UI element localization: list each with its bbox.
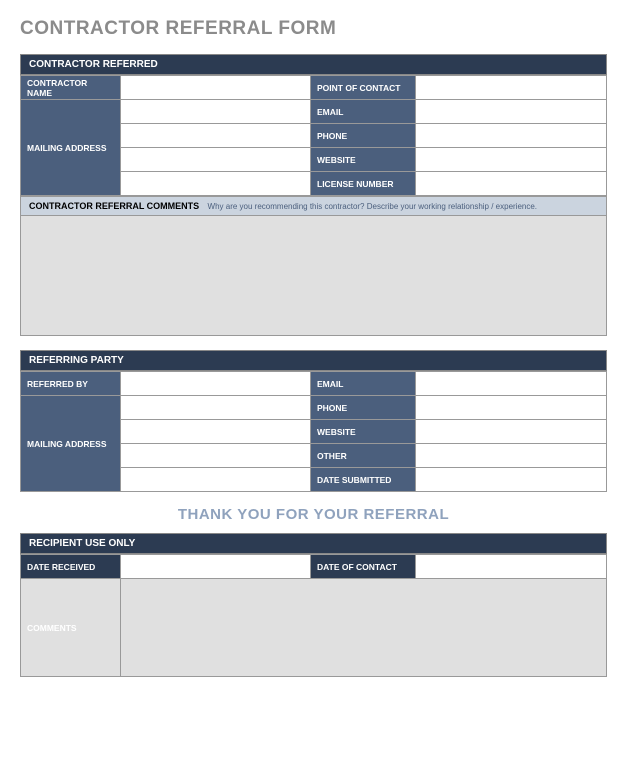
referred-by-label: REFERRED BY	[21, 372, 121, 396]
comments-header: CONTRACTOR REFERRAL COMMENTS Why are you…	[20, 196, 607, 216]
date-submitted-input[interactable]	[416, 468, 607, 492]
email-label: EMAIL	[311, 100, 416, 124]
contractor-name-label: CONTRACTOR NAME	[21, 76, 121, 100]
date-contact-input[interactable]	[416, 555, 607, 579]
mailing-address-input-3[interactable]	[121, 148, 311, 172]
email-input[interactable]	[416, 100, 607, 124]
contractor-table: CONTRACTOR NAME POINT OF CONTACT MAILING…	[20, 75, 607, 196]
website-input[interactable]	[416, 148, 607, 172]
section-recipient: RECIPIENT USE ONLY DATE RECEIVED DATE OF…	[20, 533, 607, 677]
referring-table: REFERRED BY EMAIL MAILING ADDRESS PHONE …	[20, 371, 607, 492]
recipient-table: DATE RECEIVED DATE OF CONTACT COMMENTS	[20, 554, 607, 677]
ref-other-input[interactable]	[416, 444, 607, 468]
mailing-address-input-4[interactable]	[121, 172, 311, 196]
phone-label: PHONE	[311, 124, 416, 148]
date-received-input[interactable]	[121, 555, 311, 579]
thank-you-text: THANK YOU FOR YOUR REFERRAL	[20, 506, 607, 523]
date-contact-label: DATE OF CONTACT	[311, 555, 416, 579]
ref-mailing-input-1[interactable]	[121, 396, 311, 420]
license-input[interactable]	[416, 172, 607, 196]
phone-input[interactable]	[416, 124, 607, 148]
poc-label: POINT OF CONTACT	[311, 76, 416, 100]
section-referring-party: REFERRING PARTY REFERRED BY EMAIL MAILIN…	[20, 350, 607, 492]
ref-email-input[interactable]	[416, 372, 607, 396]
section-contractor-referred: CONTRACTOR REFERRED CONTRACTOR NAME POIN…	[20, 54, 607, 336]
ref-website-input[interactable]	[416, 420, 607, 444]
form-title: CONTRACTOR REFERRAL FORM	[20, 18, 607, 40]
ref-mailing-input-3[interactable]	[121, 444, 311, 468]
ref-phone-label: PHONE	[311, 396, 416, 420]
ref-email-label: EMAIL	[311, 372, 416, 396]
recipient-comments-label: COMMENTS	[21, 579, 121, 677]
date-received-label: DATE RECEIVED	[21, 555, 121, 579]
comments-instruction: Why are you recommending this contractor…	[208, 202, 537, 211]
ref-phone-input[interactable]	[416, 396, 607, 420]
date-submitted-label: DATE SUBMITTED	[311, 468, 416, 492]
comments-label: CONTRACTOR REFERRAL COMMENTS	[29, 201, 199, 211]
section-header-contractor: CONTRACTOR REFERRED	[20, 54, 607, 75]
comments-input[interactable]	[20, 216, 607, 336]
ref-website-label: WEBSITE	[311, 420, 416, 444]
ref-mailing-input-4[interactable]	[121, 468, 311, 492]
poc-input[interactable]	[416, 76, 607, 100]
recipient-comments-input[interactable]	[121, 579, 607, 677]
ref-other-label: OTHER	[311, 444, 416, 468]
section-header-recipient: RECIPIENT USE ONLY	[20, 533, 607, 554]
license-label: LICENSE NUMBER	[311, 172, 416, 196]
mailing-address-input-2[interactable]	[121, 124, 311, 148]
referred-by-input[interactable]	[121, 372, 311, 396]
mailing-address-input-1[interactable]	[121, 100, 311, 124]
section-header-referring: REFERRING PARTY	[20, 350, 607, 371]
mailing-address-label: MAILING ADDRESS	[21, 100, 121, 196]
ref-mailing-address-label: MAILING ADDRESS	[21, 396, 121, 492]
ref-mailing-input-2[interactable]	[121, 420, 311, 444]
website-label: WEBSITE	[311, 148, 416, 172]
contractor-name-input[interactable]	[121, 76, 311, 100]
